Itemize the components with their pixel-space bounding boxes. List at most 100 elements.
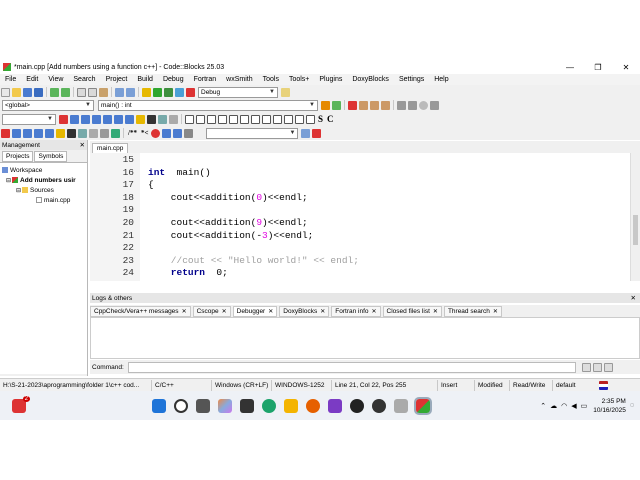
build-target-select[interactable]: Debug ▼ — [198, 86, 278, 98]
close-icon[interactable]: ✕ — [433, 308, 438, 315]
run-icon[interactable] — [153, 87, 162, 97]
bookmark-next-icon[interactable] — [370, 100, 379, 110]
close-icon[interactable]: ✕ — [493, 308, 498, 315]
prev-change-icon[interactable] — [397, 100, 406, 110]
debug-windows-icon[interactable] — [158, 114, 167, 124]
management-close-icon[interactable]: ✕ — [80, 141, 85, 149]
redo-icon[interactable] — [61, 87, 70, 97]
code-line[interactable]: 21 cout<<addition(-3)<<endl; — [90, 230, 630, 243]
record-macro-icon[interactable] — [419, 100, 428, 110]
editor-vertical-scrollbar[interactable] — [630, 153, 640, 281]
break-debugger-icon[interactable] — [136, 114, 145, 124]
code-line[interactable]: 23 //cout << "Hello world!" << endl; — [90, 255, 630, 268]
tree-file-main[interactable]: main.cpp — [0, 195, 87, 205]
comment-icon[interactable]: /** — [128, 129, 137, 137]
code-line[interactable]: 19 — [90, 204, 630, 217]
close-icon[interactable]: ✕ — [222, 308, 227, 315]
tree-project[interactable]: ⊟ Add numbers usir — [0, 175, 87, 185]
step-icon[interactable] — [12, 128, 21, 138]
file-manager-icon[interactable] — [240, 398, 254, 413]
minimize-button[interactable]: — — [556, 60, 584, 74]
notifications-icon[interactable]: ◌ — [630, 402, 634, 409]
menu-tools[interactable]: Tools — [258, 76, 284, 83]
comment-block-icon[interactable] — [284, 114, 293, 124]
folder-taskbar-icon[interactable] — [284, 398, 298, 413]
select-icon[interactable] — [185, 114, 194, 124]
tab-thread-search[interactable]: Thread search ✕ — [443, 305, 502, 317]
find-icon[interactable] — [115, 87, 124, 97]
info-icon[interactable] — [89, 128, 98, 138]
menu-fortran[interactable]: Fortran — [189, 76, 222, 83]
search-taskbar-icon[interactable] — [174, 398, 188, 413]
step-instruction-icon[interactable] — [125, 114, 134, 124]
jump-forward-icon[interactable] — [332, 100, 341, 110]
extract-docs-icon[interactable] — [162, 128, 172, 138]
various-info-icon[interactable] — [169, 114, 178, 124]
github-icon[interactable] — [350, 398, 364, 413]
menu-debug[interactable]: Debug — [158, 76, 189, 83]
code-line[interactable]: 16 int main() — [90, 167, 630, 180]
debug-run-icon[interactable] — [59, 114, 68, 124]
close-icon[interactable]: ✕ — [372, 308, 377, 315]
build-gear-icon[interactable] — [142, 87, 151, 97]
block-icon[interactable] — [218, 114, 227, 124]
code-line[interactable]: 15 — [90, 154, 630, 167]
copilot-icon[interactable] — [218, 398, 232, 413]
menu-wxsmith[interactable]: wxSmith — [221, 76, 257, 83]
settings-icon[interactable] — [184, 128, 194, 138]
chevron-up-icon[interactable]: ⌃ — [540, 402, 546, 410]
ellipse-icon[interactable] — [207, 114, 216, 124]
undo-icon[interactable] — [50, 87, 59, 97]
run-doxywizard-icon[interactable] — [151, 128, 161, 138]
battery-icon[interactable]: ▭ — [581, 402, 588, 410]
open-icon[interactable] — [12, 87, 21, 97]
search-options-icon[interactable] — [312, 128, 322, 138]
tab-fortran-info[interactable]: Fortran info ✕ — [331, 305, 381, 317]
line-comment-icon[interactable]: *< — [141, 129, 149, 137]
break-block-icon[interactable] — [262, 114, 271, 124]
step-icon-4[interactable] — [45, 128, 54, 138]
start-icon[interactable] — [1, 128, 10, 138]
paste-icon[interactable] — [99, 87, 108, 97]
step-icon-2[interactable] — [23, 128, 32, 138]
app-icon[interactable] — [394, 398, 408, 413]
tab-cppcheck[interactable]: CppCheck/Vera++ messages ✕ — [90, 305, 191, 317]
debugger-select[interactable]: ▼ — [2, 113, 56, 125]
close-icon[interactable]: ✕ — [320, 308, 325, 315]
play-macro-icon[interactable] — [430, 100, 439, 110]
step-out-icon[interactable] — [103, 114, 112, 124]
close-icon[interactable]: ✕ — [182, 308, 187, 315]
debugger-log[interactable] — [90, 317, 640, 359]
menu-help[interactable]: Help — [429, 76, 453, 83]
scope-select[interactable]: <global> ▼ — [2, 99, 94, 111]
menu-view[interactable]: View — [43, 76, 68, 83]
menu-build[interactable]: Build — [132, 76, 158, 83]
code-line[interactable]: 18 cout<<addition(0)<<endl; — [90, 192, 630, 205]
next-change-icon[interactable] — [408, 100, 417, 110]
notification-app-icon[interactable]: 2 — [12, 395, 30, 413]
editor-tab-main-cpp[interactable]: main.cpp — [92, 143, 129, 153]
menu-project[interactable]: Project — [101, 76, 133, 83]
options-icon[interactable] — [604, 362, 613, 372]
code-line[interactable]: 20 cout<<addition(9)<<endl; — [90, 217, 630, 230]
replace-icon[interactable] — [126, 87, 135, 97]
menu-plugins[interactable]: Plugins — [314, 76, 347, 83]
html-docs-icon[interactable] — [173, 128, 183, 138]
menu-tools-plus[interactable]: Tools+ — [284, 76, 314, 83]
run-to-cursor-icon[interactable] — [70, 114, 79, 124]
menu-file[interactable]: File — [0, 76, 21, 83]
function-select[interactable]: main() : int ▼ — [98, 99, 318, 111]
tab-projects[interactable]: Projects — [2, 151, 34, 162]
command-input[interactable] — [128, 361, 576, 373]
loop-block-icon[interactable] — [240, 114, 249, 124]
cut-icon[interactable] — [77, 87, 86, 97]
clock[interactable]: 2:35 PM 10/16/2025 — [593, 397, 626, 415]
code-line[interactable]: 24 return 0; — [90, 267, 630, 280]
collapse-icon[interactable]: ⊟ — [16, 187, 21, 194]
close-icon[interactable]: ✕ — [268, 308, 273, 315]
bookmark-clear-icon[interactable] — [381, 100, 390, 110]
wifi-icon[interactable]: ◠ — [561, 402, 567, 410]
pause-icon[interactable] — [56, 128, 65, 138]
media-player-icon[interactable] — [372, 398, 386, 413]
firefox-icon[interactable] — [306, 398, 320, 413]
